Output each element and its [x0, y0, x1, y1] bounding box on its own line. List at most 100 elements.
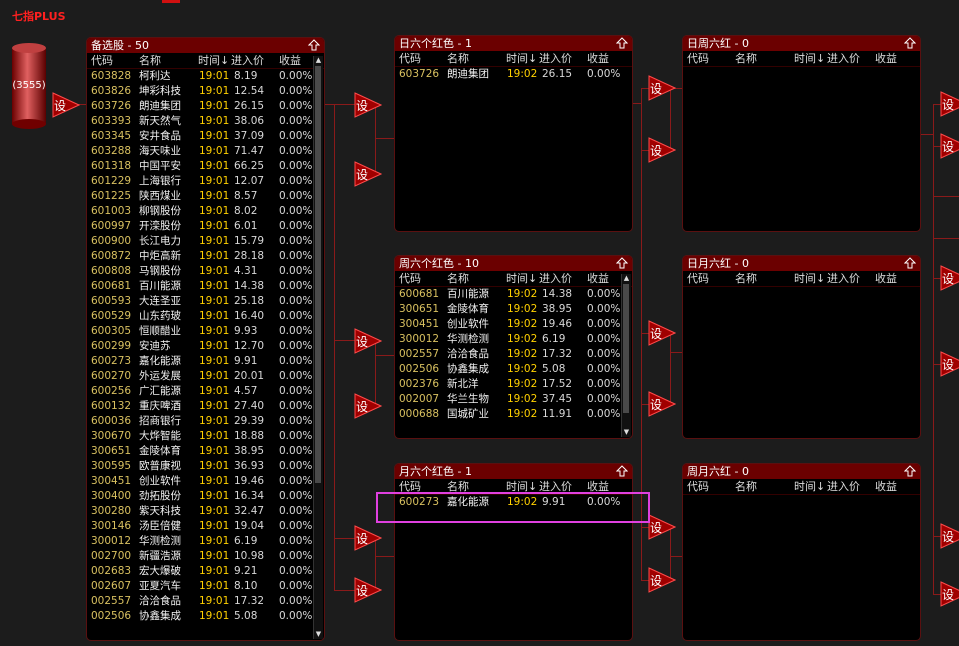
header-name[interactable]: 名称	[735, 479, 757, 494]
table-row[interactable]: 600529 山东药玻 19:01 16.40 0.00%	[87, 309, 324, 324]
table-row[interactable]: 600036 招商银行 19:01 29.39 0.00%	[87, 414, 324, 429]
header-time[interactable]: 时间↓	[506, 271, 537, 286]
table-row[interactable]: 601225 陕西煤业 19:01 8.57 0.00%	[87, 189, 324, 204]
header-price[interactable]: 进入价	[827, 479, 860, 494]
set-button-daily-1[interactable]: 设	[354, 92, 382, 118]
header-name[interactable]: 名称	[735, 271, 757, 286]
table-row[interactable]: 002376 新北洋 19:02 17.52 0.00%	[395, 377, 632, 392]
header-price[interactable]: 进入价	[827, 51, 860, 66]
table-row[interactable]: 600132 重庆啤酒 19:01 27.40 0.00%	[87, 399, 324, 414]
table-row[interactable]: 300451 创业软件 19:01 19.46 0.00%	[87, 474, 324, 489]
header-name[interactable]: 名称	[735, 51, 757, 66]
table-row[interactable]: 600681 百川能源 19:01 14.38 0.00%	[87, 279, 324, 294]
header-price[interactable]: 进入价	[231, 53, 264, 68]
header-pct[interactable]: 收益	[587, 51, 609, 66]
header-pct[interactable]: 收益	[279, 53, 301, 68]
table-row[interactable]: 600299 安迪苏 19:01 12.70 0.00%	[87, 339, 324, 354]
table-row[interactable]: 002683 宏大爆破 19:01 9.21 0.00%	[87, 564, 324, 579]
header-time[interactable]: 时间↓	[794, 271, 825, 286]
header-time[interactable]: 时间↓	[198, 53, 229, 68]
table-row[interactable]: 002007 华兰生物 19:02 37.45 0.00%	[395, 392, 632, 407]
table-row[interactable]: 601318 中国平安 19:01 66.25 0.00%	[87, 159, 324, 174]
arrow-up-icon[interactable]	[904, 37, 916, 49]
table-row[interactable]: 601229 上海银行 19:01 12.07 0.00%	[87, 174, 324, 189]
header-pct[interactable]: 收益	[875, 479, 897, 494]
table-row[interactable]: 600681 百川能源 19:02 14.38 0.00%	[395, 287, 632, 302]
header-pct[interactable]: 收益	[875, 51, 897, 66]
header-code[interactable]: 代码	[91, 53, 113, 68]
table-row[interactable]: 002700 新疆浩源 19:01 10.98 0.00%	[87, 549, 324, 564]
header-pct[interactable]: 收益	[875, 271, 897, 286]
header-name[interactable]: 名称	[447, 271, 469, 286]
table-row[interactable]: 300651 金陵体育 19:02 38.95 0.00%	[395, 302, 632, 317]
arrow-up-icon[interactable]	[616, 37, 628, 49]
set-button-day-month-2[interactable]: 设	[648, 391, 676, 417]
table-row[interactable]: 300451 创业软件 19:02 19.46 0.00%	[395, 317, 632, 332]
table-row[interactable]: 000688 国城矿业 19:02 11.91 0.00%	[395, 407, 632, 422]
table-row[interactable]: 600270 外运发展 19:01 20.01 0.00%	[87, 369, 324, 384]
table-row[interactable]: 600900 长江电力 19:01 15.79 0.00%	[87, 234, 324, 249]
scroll-down-icon[interactable]: ▼	[622, 428, 631, 437]
table-row[interactable]: 002607 亚夏汽车 19:01 8.10 0.00%	[87, 579, 324, 594]
table-row[interactable]: 002506 协鑫集成 19:02 5.08 0.00%	[395, 362, 632, 377]
set-button-monthly-1[interactable]: 设	[354, 525, 382, 551]
header-code[interactable]: 代码	[687, 479, 709, 494]
table-row[interactable]: 600593 大连圣亚 19:01 25.18 0.00%	[87, 294, 324, 309]
header-time[interactable]: 时间↓	[794, 51, 825, 66]
table-row[interactable]: 603828 柯利达 19:01 8.19 0.00%	[87, 69, 324, 84]
table-row[interactable]: 603726 朗迪集团 19:01 26.15 0.00%	[87, 99, 324, 114]
set-button-day-week-2[interactable]: 设	[648, 137, 676, 163]
table-row[interactable]: 600872 中炬高新 19:01 28.18 0.00%	[87, 249, 324, 264]
header-code[interactable]: 代码	[399, 51, 421, 66]
header-name[interactable]: 名称	[139, 53, 161, 68]
set-button-right-1[interactable]: 设	[940, 91, 959, 117]
table-row[interactable]: 002506 协鑫集成 19:01 5.08 0.00%	[87, 609, 324, 624]
set-button-right-2[interactable]: 设	[940, 133, 959, 159]
table-row[interactable]: 300595 欧普康视 19:01 36.93 0.00%	[87, 459, 324, 474]
table-row[interactable]: 300146 汤臣倍健 19:01 19.04 0.00%	[87, 519, 324, 534]
table-row[interactable]: 002557 洽洽食品 19:02 17.32 0.00%	[395, 347, 632, 362]
table-row[interactable]: 600808 马钢股份 19:01 4.31 0.00%	[87, 264, 324, 279]
header-price[interactable]: 进入价	[827, 271, 860, 286]
arrow-up-icon[interactable]	[308, 39, 320, 51]
table-row[interactable]: 300670 大烨智能 19:01 18.88 0.00%	[87, 429, 324, 444]
set-button-week-month-2[interactable]: 设	[648, 567, 676, 593]
scroll-down-icon[interactable]: ▼	[314, 630, 323, 639]
header-price[interactable]: 进入价	[539, 51, 572, 66]
set-button-monthly-2[interactable]: 设	[354, 577, 382, 603]
scroll-up-icon[interactable]: ▲	[622, 274, 631, 283]
table-row[interactable]: 600997 开滦股份 19:01 6.01 0.00%	[87, 219, 324, 234]
table-row[interactable]: 600305 恒顺醋业 19:01 9.93 0.00%	[87, 324, 324, 339]
scroll-thumb[interactable]	[315, 66, 321, 483]
header-time[interactable]: 时间↓	[506, 51, 537, 66]
table-row[interactable]: 603345 安井食品 19:01 37.09 0.00%	[87, 129, 324, 144]
arrow-up-icon[interactable]	[904, 465, 916, 477]
set-button-weekly-2[interactable]: 设	[354, 393, 382, 419]
set-button-right-6[interactable]: 设	[940, 581, 959, 607]
arrow-up-icon[interactable]	[904, 257, 916, 269]
table-row[interactable]: 600256 广汇能源 19:01 4.57 0.00%	[87, 384, 324, 399]
scroll-thumb[interactable]	[623, 284, 629, 413]
header-code[interactable]: 代码	[687, 51, 709, 66]
set-button-right-3[interactable]: 设	[940, 265, 959, 291]
table-row[interactable]: 601003 柳钢股份 19:01 8.02 0.00%	[87, 204, 324, 219]
scroll-up-icon[interactable]: ▲	[314, 56, 323, 65]
header-time[interactable]: 时间↓	[794, 479, 825, 494]
table-row[interactable]: 300280 紫天科技 19:01 32.47 0.00%	[87, 504, 324, 519]
set-button-week-month-1[interactable]: 设	[648, 514, 676, 540]
header-price[interactable]: 进入价	[539, 271, 572, 286]
set-button-weekly-1[interactable]: 设	[354, 328, 382, 354]
set-button-pool[interactable]: 设	[52, 92, 80, 118]
set-button-daily-2[interactable]: 设	[354, 161, 382, 187]
set-button-day-month-1[interactable]: 设	[648, 320, 676, 346]
table-row[interactable]: 600273 嘉化能源 19:01 9.91 0.00%	[87, 354, 324, 369]
arrow-up-icon[interactable]	[616, 465, 628, 477]
table-row[interactable]: 300651 金陵体育 19:01 38.95 0.00%	[87, 444, 324, 459]
vertical-scrollbar[interactable]: ▲ ▼	[313, 56, 323, 639]
set-button-day-week-1[interactable]: 设	[648, 75, 676, 101]
set-button-right-4[interactable]: 设	[940, 351, 959, 377]
table-row[interactable]: 300012 华测检测 19:02 6.19 0.00%	[395, 332, 632, 347]
vertical-scrollbar[interactable]: ▲ ▼	[621, 274, 631, 437]
table-row[interactable]: 002557 洽洽食品 19:01 17.32 0.00%	[87, 594, 324, 609]
table-row[interactable]: 603288 海天味业 19:01 71.47 0.00%	[87, 144, 324, 159]
